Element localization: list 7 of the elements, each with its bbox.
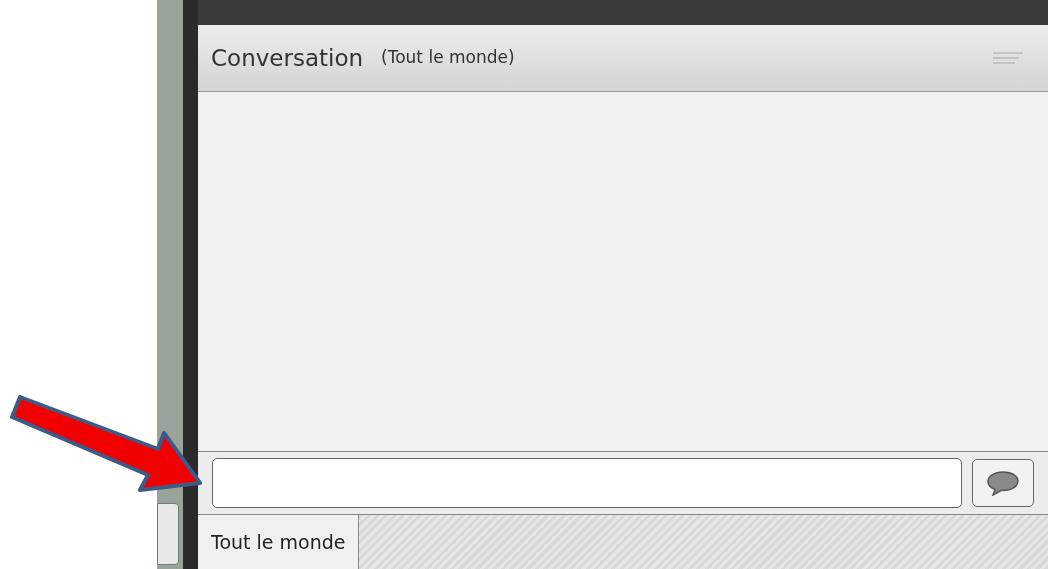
send-button[interactable]	[972, 459, 1034, 507]
panel-title: Conversation	[211, 43, 364, 73]
message-input[interactable]	[212, 458, 962, 508]
tab[interactable]: Tout le monde	[198, 515, 360, 569]
side-panel-edge	[157, 503, 179, 565]
audience-label: (Tout le monde)	[381, 46, 515, 70]
speech-bubble-icon	[986, 470, 1020, 496]
